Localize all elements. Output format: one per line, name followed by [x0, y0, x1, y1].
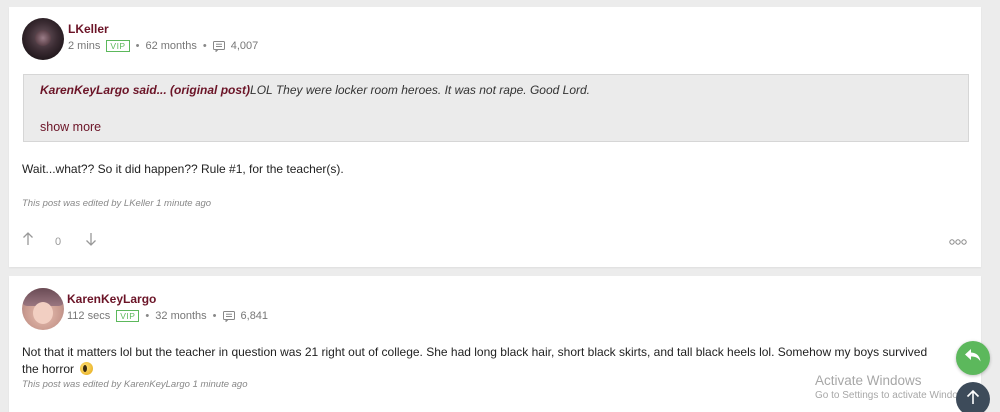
member-tenure: 62 months — [145, 40, 197, 52]
post-count: 6,841 — [240, 310, 269, 322]
avatar[interactable] — [22, 18, 64, 60]
arrow-down-icon[interactable] — [85, 232, 97, 249]
separator-dot: • — [202, 40, 207, 52]
emoji-icon — [80, 362, 94, 375]
vip-badge: VIP — [106, 40, 130, 52]
edited-note: This post was edited by LKeller 1 minute… — [22, 198, 212, 209]
more-options-icon[interactable] — [949, 237, 967, 248]
activate-title: Activate Windows — [815, 373, 922, 388]
reply-icon — [965, 349, 981, 367]
activate-subtitle: Go to Settings to activate Windows. — [815, 390, 973, 401]
post-count: 4,007 — [230, 40, 259, 52]
post-body-line: Not that it matters lol but the teacher … — [22, 345, 928, 359]
post-meta: 112 secs VIP • 32 months • 6,841 — [67, 310, 268, 322]
vip-badge: VIP — [116, 310, 140, 322]
quote-author[interactable]: KarenKeyLargo said... (original post) — [40, 83, 250, 97]
post-card: LKeller 2 mins VIP • 62 months • 4,007 K… — [9, 7, 981, 267]
scroll-top-icon — [966, 389, 980, 410]
post-username[interactable]: LKeller — [68, 22, 109, 36]
separator-dot: • — [145, 310, 150, 322]
arrow-up-icon[interactable] — [22, 232, 34, 249]
activate-windows-watermark: Activate Windows Go to Settings to activ… — [815, 373, 973, 401]
separator-dot: • — [212, 310, 217, 322]
quote-block: KarenKeyLargo said... (original post)LOL… — [23, 74, 969, 142]
post-body-text: the horror — [22, 362, 75, 376]
vote-count: 0 — [55, 236, 62, 248]
show-more-link[interactable]: show more — [40, 120, 101, 134]
avatar[interactable] — [22, 288, 64, 330]
separator-dot: • — [135, 40, 140, 52]
comment-icon — [212, 40, 225, 52]
quote-text: KarenKeyLargo said... (original post)LOL… — [40, 83, 590, 97]
comment-icon — [222, 310, 235, 322]
post-time[interactable]: 2 mins — [68, 40, 100, 52]
post-body: Wait...what?? So it did happen?? Rule #1… — [22, 162, 344, 176]
quote-body: LOL They were locker room heroes. It was… — [250, 83, 590, 97]
reply-button[interactable] — [956, 341, 990, 375]
member-tenure: 32 months — [155, 310, 207, 322]
post-time[interactable]: 112 secs — [67, 310, 110, 322]
edited-note: This post was edited by KarenKeyLargo 1 … — [22, 379, 248, 390]
post-username[interactable]: KarenKeyLargo — [67, 292, 156, 306]
scroll-top-button[interactable] — [956, 382, 990, 412]
post-meta: 2 mins VIP • 62 months • 4,007 — [68, 40, 258, 52]
